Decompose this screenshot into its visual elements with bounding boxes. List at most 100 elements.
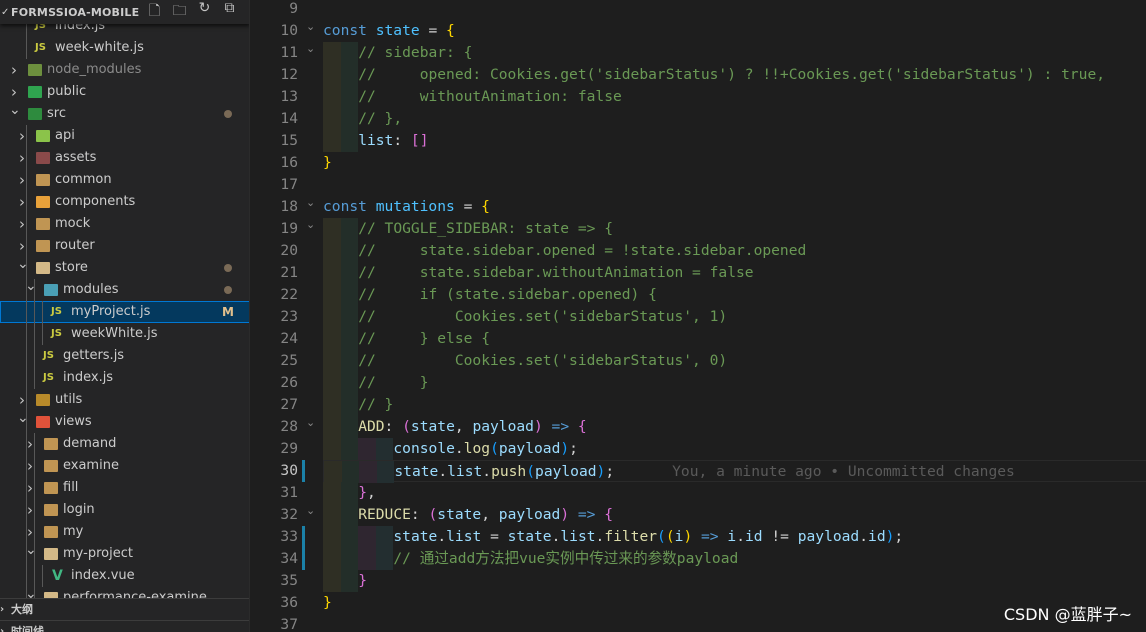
file-item[interactable]: Vindex.vue	[0, 565, 249, 587]
chevron-right-icon[interactable]: ›	[0, 621, 4, 632]
fold-chevron-icon[interactable]: ⌄	[306, 16, 315, 38]
folder-item[interactable]: ⌄ my-project	[0, 542, 249, 565]
code-line[interactable]: state.list = state.list.filter((i) => i.…	[323, 526, 1146, 548]
folder-item[interactable]: › demand	[0, 433, 249, 455]
code-token: }	[358, 572, 367, 589]
chevron-right-icon[interactable]: ›	[17, 169, 27, 191]
code-line[interactable]: console.log(payload);	[323, 438, 1146, 460]
line-number: 25	[280, 352, 298, 369]
code-line[interactable]: // if (state.sidebar.opened) {	[323, 284, 1146, 306]
file-item[interactable]: JS getters.js	[0, 345, 249, 367]
panel-1[interactable]: › 时间线	[0, 620, 249, 632]
code-line[interactable]: }	[323, 152, 1146, 174]
file-item[interactable]: JS week-white.js	[0, 37, 249, 59]
folder-item[interactable]: › components	[0, 191, 249, 213]
new-folder-icon[interactable]: 🗀	[167, 0, 192, 24]
folder-item[interactable]: ⌄ store	[0, 256, 249, 279]
code-token: {	[481, 198, 490, 215]
chevron-down-icon[interactable]: ⌄	[9, 99, 21, 121]
code-line[interactable]: // TOGGLE_SIDEBAR: state => {	[323, 218, 1146, 240]
code-line[interactable]: const mutations = {	[323, 196, 1146, 218]
chevron-right-icon[interactable]: ›	[17, 125, 27, 147]
file-item[interactable]: JS myProject.js M	[0, 301, 249, 323]
folder-item[interactable]: › utils	[0, 389, 249, 411]
code-text: // }	[358, 374, 428, 391]
chevron-right-icon[interactable]: ›	[17, 213, 27, 235]
code-line[interactable]: }	[323, 570, 1146, 592]
folder-item[interactable]: ⌄ src	[0, 102, 249, 125]
folder-item[interactable]: › common	[0, 169, 249, 191]
file-item[interactable]: JS index.js	[0, 367, 249, 389]
code-token: {	[446, 22, 455, 39]
chevron-right-icon[interactable]: ›	[0, 599, 4, 621]
code-line[interactable]: list: []	[323, 130, 1146, 152]
panel-0[interactable]: › 大纲	[0, 598, 249, 621]
chevron-down-icon[interactable]: ⌄	[25, 539, 37, 561]
line-number: 32	[280, 506, 298, 523]
folder-item[interactable]: › login	[0, 499, 249, 521]
fold-chevron-icon[interactable]: ⌄	[306, 412, 315, 434]
code-line[interactable]: // },	[323, 108, 1146, 130]
folder-item[interactable]: › my	[0, 521, 249, 543]
explorer-header[interactable]: ✓ FORMSSIOA-MOBILE 🗋 🗀 ↻ ⧉	[0, 0, 249, 24]
code-line[interactable]: // } else {	[323, 328, 1146, 350]
code-line[interactable]: // Cookies.set('sidebarStatus', 0)	[323, 350, 1146, 372]
chevron-right-icon[interactable]: ›	[25, 499, 35, 521]
refresh-icon[interactable]: ↻	[192, 0, 217, 24]
code-token: list	[560, 528, 596, 545]
indent-guide	[340, 416, 359, 438]
code-line[interactable]: const state = {	[323, 20, 1146, 42]
git-modified-marker[interactable]	[302, 460, 305, 482]
chevron-right-icon[interactable]: ›	[25, 433, 35, 455]
folder-item[interactable]: › public	[0, 81, 249, 103]
fold-chevron-icon[interactable]: ⌄	[306, 500, 315, 522]
fold-chevron-icon[interactable]: ⌄	[306, 38, 315, 60]
chevron-down-icon[interactable]: ⌄	[25, 275, 37, 297]
chevron-right-icon[interactable]: ›	[17, 147, 27, 169]
code-line[interactable]: state.list.push(payload); You, a minute a…	[323, 460, 1146, 483]
indent-guide	[340, 240, 359, 262]
folder-item[interactable]: › mock	[0, 213, 249, 235]
code-line[interactable]	[323, 0, 1146, 20]
folder-item[interactable]: › assets	[0, 147, 249, 169]
new-file-icon[interactable]: 🗋	[142, 0, 167, 24]
code-line[interactable]	[323, 174, 1146, 196]
folder-item[interactable]: › api	[0, 125, 249, 147]
code-line[interactable]: // Cookies.set('sidebarStatus', 1)	[323, 306, 1146, 328]
chevron-down-icon[interactable]: ⌄	[17, 253, 29, 275]
folder-item[interactable]: › examine	[0, 455, 249, 477]
folder-item[interactable]: › fill	[0, 477, 249, 499]
collapse-all-icon[interactable]: ⧉	[217, 0, 242, 24]
code-line[interactable]: ADD: (state, payload) => {	[323, 416, 1146, 438]
file-item[interactable]: JS weekWhite.js	[0, 323, 249, 345]
modified-dot	[224, 286, 232, 294]
code-line[interactable]: },	[323, 482, 1146, 504]
folder-icon	[44, 438, 58, 450]
folder-item[interactable]: ⌄ views	[0, 410, 249, 433]
fold-chevron-icon[interactable]: ⌄	[306, 214, 315, 236]
code-line[interactable]: // state.sidebar.opened = !state.sidebar…	[323, 240, 1146, 262]
chevron-right-icon[interactable]: ›	[25, 477, 35, 499]
folder-item[interactable]: ⌄ modules	[0, 278, 249, 301]
code-line[interactable]: // state.sidebar.withoutAnimation = fals…	[323, 262, 1146, 284]
code-text: // withoutAnimation: false	[358, 88, 622, 105]
chevron-right-icon[interactable]: ›	[25, 455, 35, 477]
code-line[interactable]: // 通过add方法把vue实例中传过来的参数payload	[323, 548, 1146, 570]
code-line[interactable]: // }	[323, 394, 1146, 416]
code-line[interactable]: REDUCE: (state, payload) => {	[323, 504, 1146, 526]
chevron-right-icon[interactable]: ›	[9, 59, 19, 81]
git-modified-marker[interactable]	[302, 526, 305, 548]
code-line[interactable]: // }	[323, 372, 1146, 394]
chevron-down-icon[interactable]: ✓	[1, 7, 9, 18]
git-modified-marker[interactable]	[302, 548, 305, 570]
folder-item[interactable]: › node_modules	[0, 59, 249, 81]
code-line[interactable]: // sidebar: {	[323, 42, 1146, 64]
code-line[interactable]: // opened: Cookies.get('sidebarStatus') …	[323, 64, 1146, 86]
code-token: :	[384, 418, 403, 435]
fold-chevron-icon[interactable]: ⌄	[306, 192, 315, 214]
code-editor[interactable]: 9 10 ⌄ const state = {11 ⌄// sidebar: {12// …	[250, 0, 1146, 632]
chevron-down-icon[interactable]: ⌄	[17, 407, 29, 429]
chevron-right-icon[interactable]: ›	[17, 191, 27, 213]
folder-item[interactable]: › router	[0, 235, 249, 257]
code-line[interactable]: // withoutAnimation: false	[323, 86, 1146, 108]
